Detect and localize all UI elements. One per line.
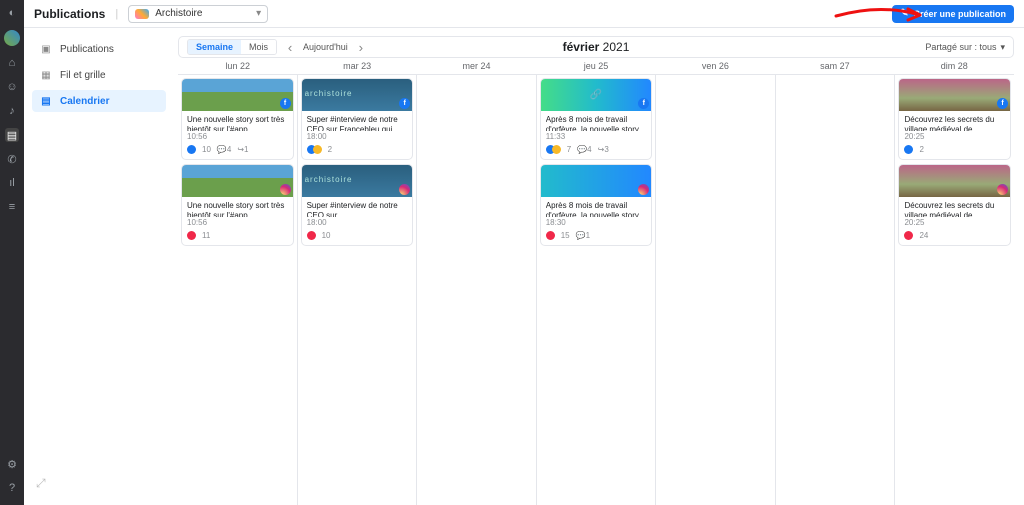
sidebar-item-calendar[interactable]: ▤ Calendrier — [32, 90, 166, 112]
prev-week-button[interactable]: ‹ — [283, 40, 297, 54]
post-thumbnail — [541, 165, 652, 197]
post-metrics: 2 — [904, 145, 1005, 154]
post-thumbnail: f — [899, 79, 1010, 111]
facebook-badge-icon: f — [638, 98, 649, 109]
post-text: Une nouvelle story sort très bientôt sur… — [187, 201, 288, 217]
post-card[interactable]: f Super #interview de notre CEO sur Franc… — [301, 78, 414, 160]
day-column: f Super #interview de notre CEO sur Franc… — [298, 75, 418, 505]
post-metrics: 10💬4↪1 — [187, 145, 288, 154]
post-text: Découvrez les secrets du village médiéva… — [904, 201, 1005, 217]
post-time: 18:00 — [307, 218, 408, 227]
grid-icon: ▦ — [40, 69, 52, 81]
post-card[interactable]: Une nouvelle story sort très bientôt sur… — [181, 164, 294, 246]
share-filter[interactable]: Partagé sur : tous ▾ — [925, 42, 1005, 53]
calendar-panel: Semaine Mois ‹ Aujourd'hui › février 202… — [174, 28, 1024, 505]
day-column — [656, 75, 776, 505]
post-thumbnail — [302, 165, 413, 197]
post-card[interactable]: f Découvrez les secrets du village médiév… — [898, 78, 1011, 160]
post-thumbnail: f — [302, 79, 413, 111]
facebook-badge-icon: f — [997, 98, 1008, 109]
post-metrics: 24 — [904, 231, 1005, 240]
global-nav-rail: ◐ ⌂ ☺ ♪ ▤ ✆ ıl ≡ ⚙ ? — [0, 0, 24, 505]
instagram-badge-icon — [638, 184, 649, 195]
instagram-badge-icon — [399, 184, 410, 195]
post-metrics: 2 — [307, 145, 408, 154]
megaphone-icon[interactable]: ✆ — [5, 152, 19, 166]
post-metrics: 11 — [187, 231, 288, 240]
menu-icon[interactable]: ≡ — [5, 200, 19, 214]
compose-icon: ✎ — [900, 8, 908, 19]
day-column: f Une nouvelle story sort très bientôt su… — [178, 75, 298, 505]
instagram-badge-icon — [997, 184, 1008, 195]
settings-gear-icon[interactable]: ⚙ — [5, 457, 19, 471]
facebook-badge-icon: f — [280, 98, 291, 109]
chevron-down-icon: ▾ — [256, 8, 261, 19]
post-time: 18:00 — [307, 132, 408, 141]
post-icon: ▣ — [40, 43, 52, 55]
facebook-badge-icon: f — [399, 98, 410, 109]
calendar-title: février 2021 — [563, 40, 630, 54]
day-column: 🔗fAprès 8 mois de travail d'orfèvre, la … — [537, 75, 657, 505]
post-text: Super #interview de notre CEO sur @franc… — [307, 201, 408, 217]
post-thumbnail — [899, 165, 1010, 197]
account-avatar[interactable] — [4, 30, 20, 46]
view-month-button[interactable]: Mois — [241, 40, 276, 54]
today-button[interactable]: Aujourd'hui — [303, 42, 348, 52]
link-icon: 🔗 — [590, 90, 602, 101]
post-card[interactable]: f Une nouvelle story sort très bientôt su… — [181, 78, 294, 160]
post-thumbnail: f — [182, 79, 293, 111]
post-metrics: 7💬4↪3 — [546, 145, 647, 154]
post-text: Après 8 mois de travail d'orfèvre, la no… — [546, 115, 647, 131]
sidebar-item-feed-grid[interactable]: ▦ Fil et grille — [32, 64, 166, 86]
account-name: Archistoire — [155, 8, 202, 19]
day-column: f Découvrez les secrets du village médiév… — [895, 75, 1014, 505]
top-bar: Publications | Archistoire ▾ ✎ Créer une… — [24, 0, 1024, 28]
weekday-header: lun 22 mar 23 mer 24 jeu 25 ven 26 sam 2… — [178, 58, 1014, 74]
post-thumbnail: 🔗f — [541, 79, 652, 111]
sidebar-collapse-icon[interactable]: ⤢ — [32, 472, 166, 495]
post-metrics: 10 — [307, 231, 408, 240]
post-metrics: 15💬1 — [546, 231, 647, 240]
meta-logo-icon[interactable]: ◐ — [5, 6, 19, 20]
post-time: 18:30 — [546, 218, 647, 227]
sidebar-item-publications[interactable]: ▣ Publications — [32, 38, 166, 60]
post-text: Une nouvelle story sort très bientôt sur… — [187, 115, 288, 131]
post-time: 20:25 — [904, 132, 1005, 141]
next-week-button[interactable]: › — [354, 40, 368, 54]
post-time: 10:56 — [187, 132, 288, 141]
account-picker[interactable]: Archistoire ▾ — [128, 5, 268, 23]
instagram-badge-icon — [280, 184, 291, 195]
post-text: Super #interview de notre CEO sur France… — [307, 115, 408, 131]
post-card[interactable]: 🔗fAprès 8 mois de travail d'orfèvre, la … — [540, 78, 653, 160]
day-column — [417, 75, 537, 505]
view-week-button[interactable]: Semaine — [188, 40, 241, 54]
insights-icon[interactable]: ıl — [5, 176, 19, 190]
section-sidebar: ▣ Publications ▦ Fil et grille ▤ Calendr… — [24, 28, 174, 505]
planner-icon[interactable]: ▤ — [5, 128, 19, 142]
calendar-toolbar: Semaine Mois ‹ Aujourd'hui › février 202… — [178, 36, 1014, 58]
calendar-grid: f Une nouvelle story sort très bientôt su… — [178, 74, 1014, 505]
post-time: 20:25 — [904, 218, 1005, 227]
home-icon[interactable]: ⌂ — [5, 56, 19, 70]
post-card[interactable]: Super #interview de notre CEO sur @franc… — [301, 164, 414, 246]
chevron-down-icon: ▾ — [1000, 42, 1005, 53]
post-time: 10:56 — [187, 218, 288, 227]
bell-icon[interactable]: ☺ — [5, 80, 19, 94]
calendar-icon: ▤ — [40, 95, 52, 107]
post-thumbnail — [182, 165, 293, 197]
post-text: Après 8 mois de travail d'orfèvre, la no… — [546, 201, 647, 217]
post-text: Découvrez les secrets du village médiéva… — [904, 115, 1005, 131]
day-column — [776, 75, 896, 505]
account-avatar-icon — [135, 9, 149, 19]
help-icon[interactable]: ? — [5, 481, 19, 495]
post-card[interactable]: Après 8 mois de travail d'orfèvre, la no… — [540, 164, 653, 246]
view-toggle: Semaine Mois — [187, 39, 277, 55]
create-post-button[interactable]: ✎ Créer une publication — [892, 5, 1014, 23]
breadcrumb: Publications — [34, 7, 105, 21]
post-time: 11:33 — [546, 132, 647, 141]
post-card[interactable]: Découvrez les secrets du village médiéva… — [898, 164, 1011, 246]
ads-icon[interactable]: ♪ — [5, 104, 19, 118]
